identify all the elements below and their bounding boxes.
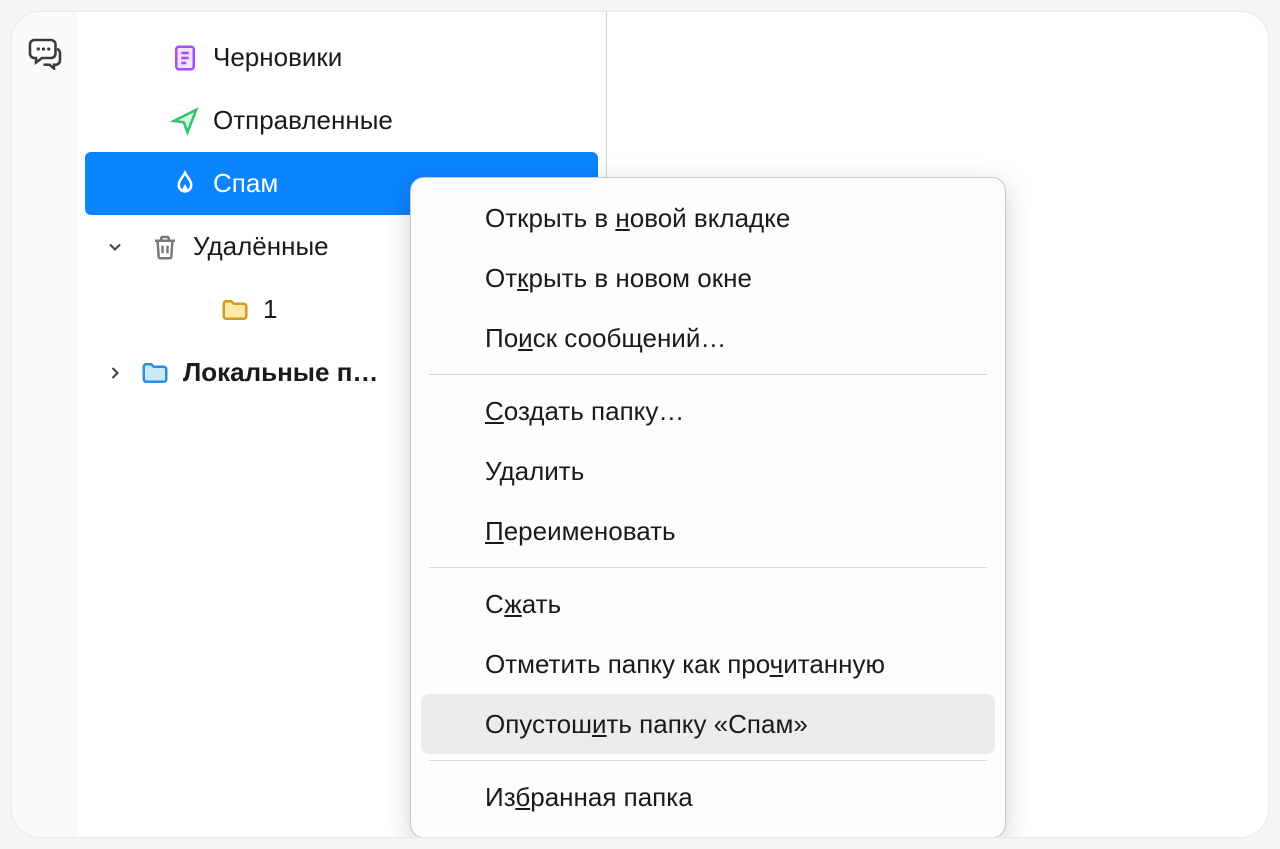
drafts-icon — [165, 43, 205, 73]
menu-empty-spam[interactable]: Опустошить папку «Спам» — [421, 694, 995, 754]
folder-sub-1-label: 1 — [263, 294, 277, 325]
left-rail — [12, 12, 77, 837]
trash-icon — [145, 232, 185, 262]
menu-favorite-folder[interactable]: Избранная папка — [411, 767, 1005, 827]
folder-trash-label: Удалённые — [193, 231, 329, 262]
folder-local-label: Локальные п… — [183, 357, 378, 388]
local-folder-icon — [135, 358, 175, 388]
menu-mark-read[interactable]: Отметить папку как прочитанную — [411, 634, 1005, 694]
menu-open-new-window[interactable]: Открыть в новом окне — [411, 248, 1005, 308]
menu-rename[interactable]: Переименовать — [411, 501, 1005, 561]
menu-delete[interactable]: Удалить — [411, 441, 1005, 501]
menu-separator — [429, 760, 987, 761]
app-window: Черновики Отправленные — [12, 12, 1268, 837]
menu-create-folder[interactable]: Создать папку… — [411, 381, 1005, 441]
folder-drafts-label: Черновики — [213, 42, 342, 73]
menu-open-new-tab[interactable]: Открыть в новой вкладке — [411, 188, 1005, 248]
sent-icon — [165, 106, 205, 136]
folder-sent-label: Отправленные — [213, 105, 393, 136]
folder-spam-label: Спам — [213, 168, 278, 199]
menu-separator — [429, 567, 987, 568]
folder-icon — [215, 295, 255, 325]
menu-search-messages[interactable]: Поиск сообщений… — [411, 308, 1005, 368]
menu-separator — [429, 374, 987, 375]
context-menu: Открыть в новой вкладке Открыть в новом … — [410, 177, 1006, 837]
menu-compact[interactable]: Сжать — [411, 574, 1005, 634]
chevron-down-icon[interactable] — [95, 237, 135, 257]
chevron-right-icon[interactable] — [95, 363, 135, 383]
folder-sent[interactable]: Отправленные — [77, 89, 606, 152]
chat-icon[interactable] — [27, 34, 63, 70]
folder-drafts[interactable]: Черновики — [77, 26, 606, 89]
spam-icon — [165, 169, 205, 199]
